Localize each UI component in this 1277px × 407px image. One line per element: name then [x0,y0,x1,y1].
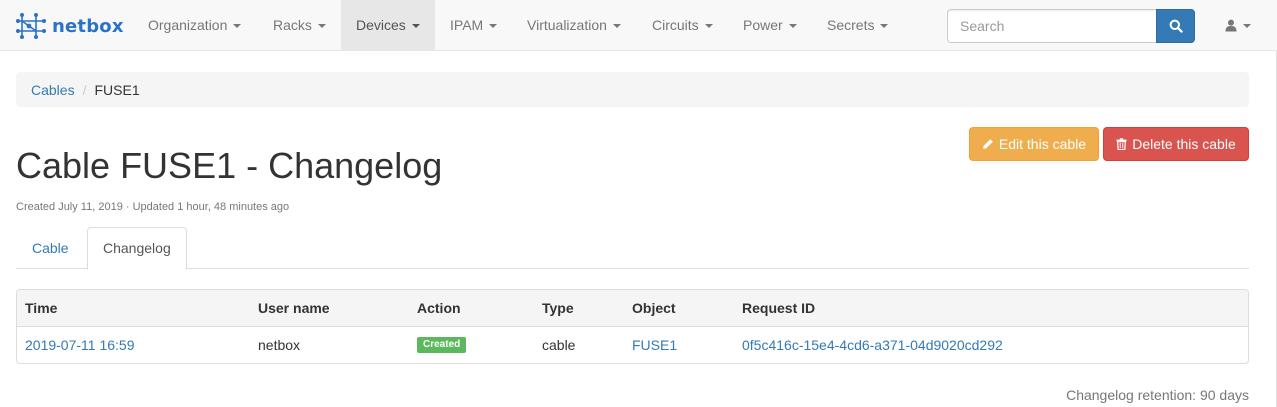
nav-ipam-label: IPAM [450,17,484,33]
nav-virtualization[interactable]: Virtualization [512,0,636,51]
caret-down-icon [233,24,242,29]
search-icon [1169,19,1183,33]
caret-down-icon [880,24,889,29]
search-input[interactable] [947,9,1157,43]
table-row: 2019-07-11 16:59 netbox Created cable FU… [17,327,1248,363]
trash-icon [1116,138,1127,150]
row-type: cable [542,337,576,353]
nav-secrets-label: Secrets [827,17,875,33]
delete-cable-label: Delete this cable [1132,136,1236,152]
breadcrumb: Cables / FUSE1 [16,72,1249,107]
edit-cable-label: Edit this cable [998,136,1087,152]
search-button[interactable] [1156,9,1195,43]
created-updated-meta: Created July 11, 2019 · Updated 1 hour, … [16,201,290,213]
breadcrumb-separator: / [82,81,87,98]
changelog-table: Time User name Action Type Object Reques… [16,289,1249,364]
row-request-id-link[interactable]: 0f5c416c-15e4-4cd6-a371-04d9020cd292 [742,327,1003,363]
brand[interactable]: netbox [16,13,124,39]
nav-racks[interactable]: Racks [258,0,341,51]
caret-down-icon [489,24,498,29]
nav-circuits-label: Circuits [652,17,699,33]
caret-down-icon [788,24,797,29]
nav-power[interactable]: Power [728,0,812,51]
caret-down-icon [612,24,621,29]
nav-organization[interactable]: Organization [133,0,256,51]
nav-virtualization-label: Virtualization [527,17,607,33]
nav-circuits[interactable]: Circuits [637,0,728,51]
nav-ipam[interactable]: IPAM [435,0,512,51]
caret-down-icon [411,24,420,29]
user-menu[interactable] [1213,0,1263,51]
row-time-link[interactable]: 2019-07-11 16:59 [25,327,135,363]
nav-racks-label: Racks [273,17,312,33]
nav-power-label: Power [743,17,783,33]
row-user-name: netbox [258,337,301,353]
changelog-retention-note: Changelog retention: 90 days [1066,387,1249,403]
column-header-object: Object [632,300,676,316]
top-navbar: netbox Organization Racks Devices IPAM V… [0,0,1277,51]
column-header-time: Time [25,300,58,316]
pencil-icon [983,139,993,149]
nav-devices[interactable]: Devices [341,0,435,51]
table-header: Time User name Action Type Object Reques… [17,290,1248,327]
breadcrumb-current: FUSE1 [94,81,140,98]
column-header-user-name: User name [258,300,330,316]
tab-bar: Cable Changelog [16,227,1249,270]
caret-down-icon [1243,23,1251,28]
row-object-link[interactable]: FUSE1 [632,327,677,363]
user-icon [1225,19,1237,32]
action-created-badge: Created [417,337,467,354]
column-header-action: Action [417,300,461,316]
netbox-logo-icon [16,13,46,39]
caret-down-icon [317,24,326,29]
brand-name: netbox [52,15,124,37]
nav-devices-label: Devices [356,17,406,33]
breadcrumb-cables-link[interactable]: Cables [31,82,75,98]
column-header-type: Type [542,300,574,316]
tab-cable[interactable]: Cable [16,227,85,269]
page-title: Cable FUSE1 - Changelog [16,145,443,186]
nav-organization-label: Organization [148,17,228,33]
row-action: Created [417,327,467,363]
column-header-request-id: Request ID [742,300,816,316]
edit-cable-button[interactable]: Edit this cable [969,127,1099,161]
caret-down-icon [704,24,713,29]
tab-changelog[interactable]: Changelog [87,227,187,270]
delete-cable-button[interactable]: Delete this cable [1103,127,1249,161]
nav-secrets[interactable]: Secrets [812,0,903,51]
